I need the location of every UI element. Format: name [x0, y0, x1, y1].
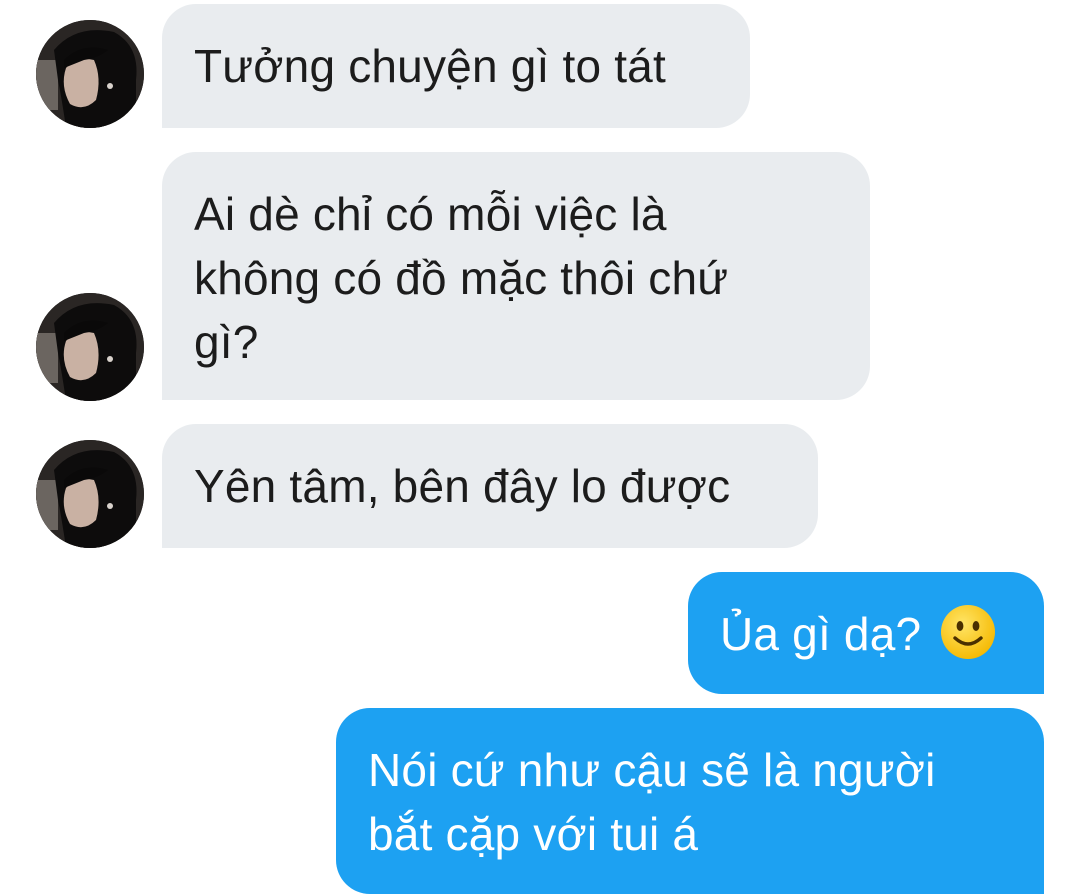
- message-text: Ủa gì dạ?: [720, 608, 922, 660]
- message-bubble-outgoing[interactable]: Ủa gì dạ?: [688, 572, 1044, 694]
- message-text: Tưởng chuyện gì to tát: [194, 40, 666, 92]
- profile-photo: [36, 20, 144, 128]
- profile-photo: [36, 440, 144, 548]
- message-text-line: Ai dè chỉ có mỗi việc là: [194, 188, 667, 240]
- avatar[interactable]: [36, 293, 144, 401]
- message-text-line: gì?: [194, 316, 259, 368]
- message-text-line: bắt cặp với tui á: [368, 808, 699, 860]
- message-bubble-incoming[interactable]: Yên tâm, bên đây lo được: [162, 424, 818, 548]
- message-text: Yên tâm, bên đây lo được: [194, 460, 731, 512]
- profile-photo: [36, 293, 144, 401]
- message-bubble-incoming[interactable]: Ai dè chỉ có mỗi việc là không có đồ mặc…: [162, 152, 870, 400]
- avatar[interactable]: [36, 20, 144, 128]
- message-bubble-outgoing[interactable]: Nói cứ như cậu sẽ là người bắt cặp với t…: [336, 708, 1044, 894]
- message-text-line: không có đồ mặc thôi chứ: [194, 252, 729, 304]
- message-thread: Tưởng chuyện gì to tát Ai dè chỉ có mỗi …: [0, 0, 1080, 896]
- avatar[interactable]: [36, 440, 144, 548]
- slightly-smiling-face-icon: [940, 604, 996, 660]
- message-text-line: Nói cứ như cậu sẽ là người: [368, 744, 936, 796]
- message-bubble-incoming[interactable]: Tưởng chuyện gì to tát: [162, 4, 750, 128]
